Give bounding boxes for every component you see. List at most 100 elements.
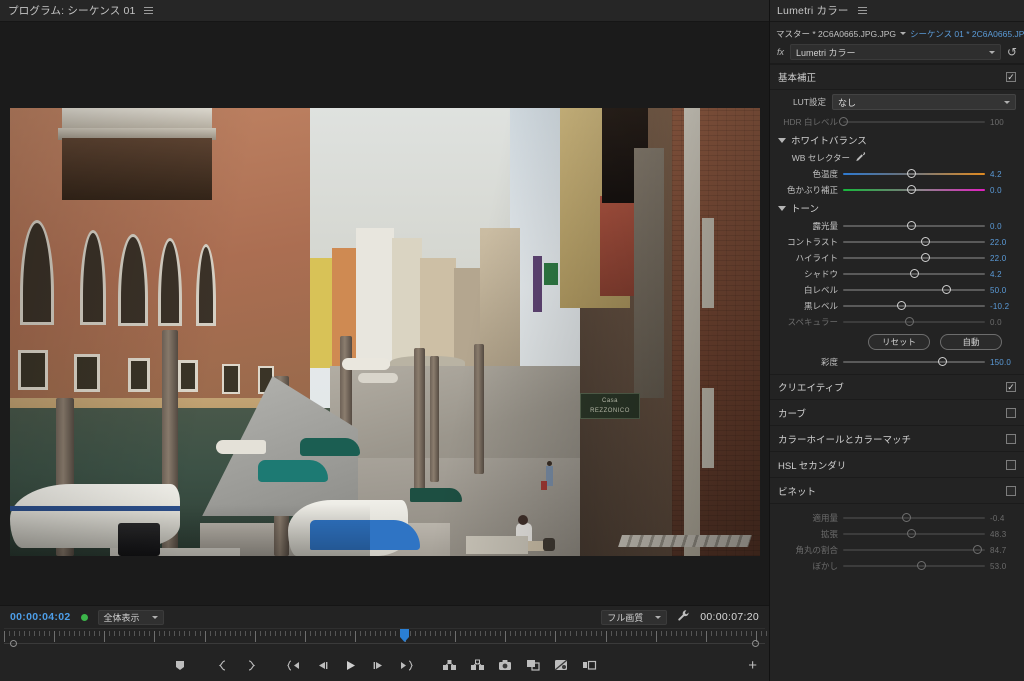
current-timecode[interactable]: 00:00:04:02 (10, 611, 71, 623)
mark-out-button[interactable] (238, 654, 264, 676)
slider-knob[interactable] (902, 513, 912, 522)
slider-track-area[interactable] (843, 183, 985, 197)
slider-knob[interactable] (906, 221, 916, 230)
export-frame-button[interactable] (492, 654, 518, 676)
eyedropper-icon[interactable] (855, 151, 866, 165)
hamburger-icon[interactable] (143, 5, 154, 16)
section-color-wheels-checkbox[interactable] (1006, 433, 1016, 444)
slider-value[interactable]: 0.0 (990, 318, 1020, 327)
zoom-handle-left[interactable] (10, 640, 17, 647)
slider-highlights[interactable]: ハイライト 22.0 (770, 250, 1024, 266)
wb-selector-row[interactable]: WB セレクター (770, 150, 1024, 166)
subsection-tone[interactable]: トーン (770, 198, 1024, 218)
comparison-view-button[interactable] (520, 654, 546, 676)
section-vignette-checkbox[interactable] (1006, 485, 1016, 496)
slider-value[interactable]: 4.2 (990, 270, 1020, 279)
slider-track-area[interactable] (843, 355, 985, 369)
slider-knob[interactable] (896, 301, 906, 310)
slider-value[interactable]: 0.0 (990, 186, 1020, 195)
slider-track-area[interactable] (843, 299, 985, 313)
breadcrumb-master[interactable]: マスター * 2C6A0665.JPG.JPG (776, 28, 896, 40)
lift-button[interactable] (436, 654, 462, 676)
section-creative[interactable]: クリエイティブ (770, 374, 1024, 400)
play-button[interactable] (337, 654, 363, 676)
slider-track-area[interactable] (843, 315, 985, 329)
slider-track-area[interactable] (843, 267, 985, 281)
slider-track-area[interactable] (843, 527, 985, 541)
slider-knob[interactable] (937, 357, 947, 366)
slider-knob[interactable] (920, 253, 930, 262)
slider-shadows[interactable]: シャドウ 4.2 (770, 266, 1024, 282)
lumetri-tab-title[interactable]: Lumetri カラー (777, 3, 849, 18)
slider-knob[interactable] (906, 169, 916, 178)
slider-value[interactable]: 4.2 (990, 170, 1020, 179)
slider-specular[interactable]: スペキュラー 0.0 (770, 314, 1024, 330)
add-marker-button[interactable] (167, 654, 193, 676)
section-hsl-checkbox[interactable] (1006, 459, 1016, 470)
slider-tint[interactable]: 色かぶり補正 0.0 (770, 182, 1024, 198)
slider-value[interactable]: 48.3 (990, 530, 1020, 539)
subsection-white-balance[interactable]: ホワイトバランス (770, 130, 1024, 150)
wrench-icon[interactable] (677, 609, 690, 625)
slider-knob[interactable] (920, 237, 930, 246)
slider-value[interactable]: 100 (990, 118, 1020, 127)
slider-temperature[interactable]: 色温度 4.2 (770, 166, 1024, 182)
reset-arrow-icon[interactable]: ↺ (1007, 45, 1019, 59)
slider-value[interactable]: 0.0 (990, 222, 1020, 231)
slider-exposure[interactable]: 露光量 0.0 (770, 218, 1024, 234)
mark-in-button[interactable] (210, 654, 236, 676)
video-frame[interactable]: Casa REZZONICO (10, 108, 760, 556)
multicam-button[interactable] (548, 654, 574, 676)
slider-value[interactable]: -10.2 (990, 302, 1020, 311)
section-creative-checkbox[interactable] (1006, 382, 1016, 392)
slider-value[interactable]: 22.0 (990, 254, 1020, 263)
view-mode-select[interactable]: 全体表示 (97, 609, 164, 625)
slider-track-area[interactable] (843, 219, 985, 233)
section-vignette[interactable]: ビネット (770, 478, 1024, 504)
program-tab-title[interactable]: プログラム: シーケンス 01 (8, 3, 136, 18)
slider-knob[interactable] (973, 545, 983, 554)
slider-knob[interactable] (838, 117, 848, 126)
slider-contrast[interactable]: コントラスト 22.0 (770, 234, 1024, 250)
section-color-wheels[interactable]: カラーホイールとカラーマッチ (770, 426, 1024, 452)
slider-track-area[interactable] (843, 511, 985, 525)
slider-value[interactable]: 53.0 (990, 562, 1020, 571)
slider-hdr-white-level[interactable]: HDR 白レベル 100 (770, 114, 1024, 130)
effect-select[interactable]: Lumetri カラー (790, 44, 1001, 60)
slider-track-area[interactable] (843, 283, 985, 297)
slider-value[interactable]: 22.0 (990, 238, 1020, 247)
hamburger-icon[interactable] (857, 5, 868, 16)
chevron-down-icon[interactable] (900, 32, 906, 35)
slider-knob[interactable] (942, 285, 952, 294)
lut-select[interactable]: なし (832, 94, 1016, 110)
slider-value[interactable]: 150.0 (990, 358, 1020, 367)
step-back-button[interactable] (309, 654, 335, 676)
slider-knob[interactable] (906, 185, 916, 194)
slider-track-area[interactable] (838, 115, 985, 129)
slider-blacks[interactable]: 黒レベル -10.2 (770, 298, 1024, 314)
slider-knob[interactable] (905, 317, 915, 326)
section-hsl-secondary[interactable]: HSL セカンダリ (770, 452, 1024, 478)
duration-timecode[interactable]: 00:00:07:20 (700, 611, 759, 623)
extract-button[interactable] (464, 654, 490, 676)
section-basic-correction[interactable]: 基本補正 (770, 64, 1024, 90)
slider-track-area[interactable] (843, 251, 985, 265)
section-basic-checkbox[interactable] (1006, 72, 1016, 82)
breadcrumb-sequence[interactable]: シーケンス 01 * 2C6A0665.JPG.JPG (910, 28, 1024, 40)
slider-knob[interactable] (916, 561, 926, 570)
slider-vignette-amount[interactable]: 適用量 -0.4 (770, 510, 1024, 526)
zoom-handle-right[interactable] (752, 640, 759, 647)
slider-saturation[interactable]: 彩度 150.0 (770, 354, 1024, 370)
safe-margins-button[interactable] (576, 654, 602, 676)
section-curves[interactable]: カーブ (770, 400, 1024, 426)
quality-select[interactable]: フル画質 (601, 609, 668, 625)
go-to-out-button[interactable] (393, 654, 419, 676)
slider-value[interactable]: 84.7 (990, 546, 1020, 555)
slider-track-area[interactable] (843, 559, 985, 573)
slider-track-area[interactable] (843, 167, 985, 181)
slider-whites[interactable]: 白レベル 50.0 (770, 282, 1024, 298)
slider-knob[interactable] (909, 269, 919, 278)
go-to-in-button[interactable] (281, 654, 307, 676)
slider-vignette-feather[interactable]: ぼかし 53.0 (770, 558, 1024, 574)
slider-value[interactable]: -0.4 (990, 514, 1020, 523)
